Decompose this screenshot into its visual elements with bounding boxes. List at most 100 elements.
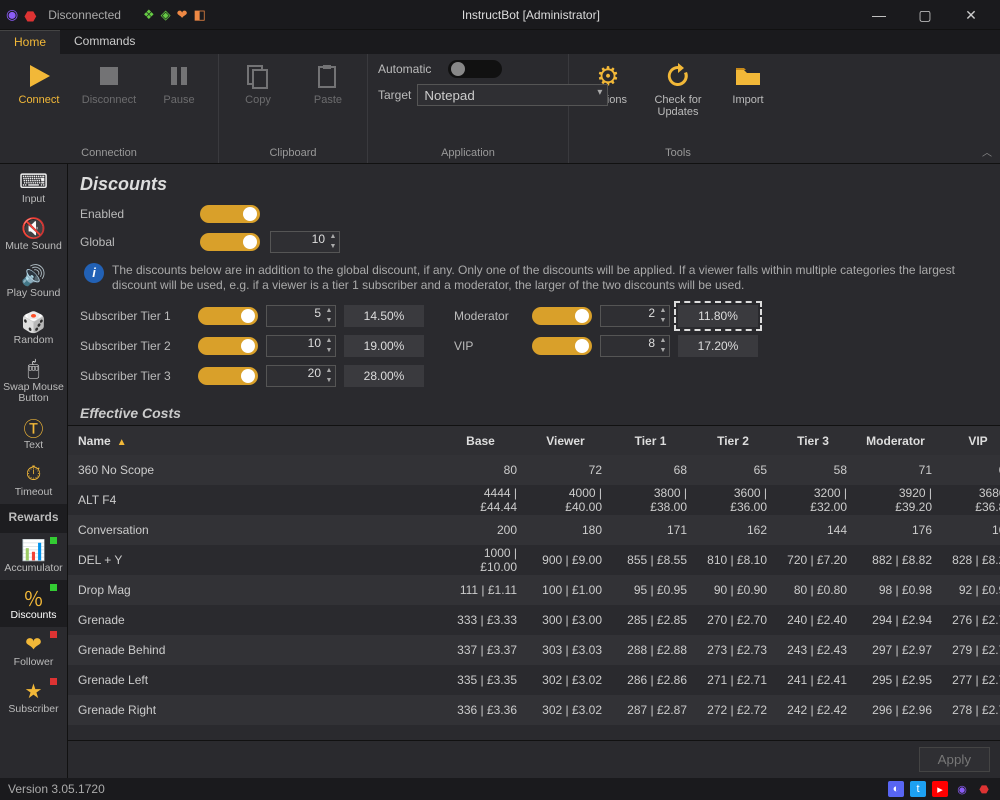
sidebar-item-play-sound[interactable]: 🔊Play Sound: [0, 258, 67, 305]
cell-viewer: 303 | £3.03: [523, 643, 608, 657]
mod-toggle[interactable]: [532, 307, 592, 325]
global-toggle[interactable]: [200, 233, 260, 251]
cell-name: Conversation: [68, 523, 438, 537]
cell-t3: 240 | £2.40: [773, 613, 853, 627]
tab-commands[interactable]: Commands: [60, 30, 149, 54]
cell-t1: 285 | £2.85: [608, 613, 693, 627]
cell-base: 1000 | £10.00: [438, 546, 523, 574]
target-label: Target: [378, 88, 411, 102]
heart-icon[interactable]: ❤: [177, 7, 188, 23]
twitter-icon[interactable]: t: [910, 781, 926, 797]
close-button[interactable]: ✕: [948, 0, 994, 30]
apply-button[interactable]: Apply: [919, 747, 990, 772]
col-vip[interactable]: VIP: [938, 434, 1000, 448]
import-button[interactable]: Import: [719, 60, 777, 106]
sidebar-item-subscriber[interactable]: ★Subscriber: [0, 674, 67, 721]
cell-name: Grenade Behind: [68, 643, 438, 657]
table-row[interactable]: Conversation200180171162144176166: [68, 515, 1000, 545]
sidebar-item-text[interactable]: ⓉText: [0, 410, 67, 457]
maximize-button[interactable]: ▢: [902, 0, 948, 30]
cell-t3: 144: [773, 523, 853, 537]
sidebar-item-mute-sound[interactable]: 🔇Mute Sound: [0, 211, 67, 258]
mod-value[interactable]: 2▲▼: [600, 305, 670, 327]
cell-t2: 273 | £2.73: [693, 643, 773, 657]
sidebar-item-follower[interactable]: ❤Follower: [0, 627, 67, 674]
sidebar-item-swap-mouse[interactable]: 🖱Swap Mouse Button: [0, 352, 67, 410]
cell-vip: 277 | £2.77: [938, 673, 1000, 687]
target-select[interactable]: [417, 84, 608, 106]
cell-t2: 65: [693, 463, 773, 477]
automatic-label: Automatic: [378, 62, 442, 76]
col-tier2[interactable]: Tier 2: [693, 434, 773, 448]
enabled-toggle[interactable]: [200, 205, 260, 223]
connect-button[interactable]: Connect: [10, 60, 68, 106]
folder-icon: [732, 60, 764, 92]
stopwatch-icon: ⏱: [19, 461, 49, 487]
mute-icon: 🔇: [19, 215, 49, 241]
col-mod[interactable]: Moderator: [853, 434, 938, 448]
sidebar-item-accumulator[interactable]: 📊Accumulator: [0, 533, 67, 580]
cell-name: ALT F4: [68, 493, 438, 507]
col-name[interactable]: Name▲: [68, 434, 438, 448]
chart-icon: 📊: [19, 537, 49, 563]
copy-button: Copy: [229, 60, 287, 106]
youtube-icon[interactable]: ▸: [932, 781, 948, 797]
tab-home[interactable]: Home: [0, 30, 60, 54]
col-viewer[interactable]: Viewer: [523, 434, 608, 448]
disconnect-button: Disconnect: [80, 60, 138, 106]
minimize-button[interactable]: —: [856, 0, 902, 30]
table-row[interactable]: Grenade Behind337 | £3.37303 | £3.03288 …: [68, 635, 1000, 665]
dice-icon: 🎲: [19, 309, 49, 335]
table-row[interactable]: Grenade333 | £3.33300 | £3.00285 | £2.85…: [68, 605, 1000, 635]
vip-toggle[interactable]: [532, 337, 592, 355]
sidebar-item-input[interactable]: ⌨Input: [0, 164, 67, 211]
tier2-toggle[interactable]: [198, 337, 258, 355]
table-row[interactable]: DEL + Y1000 | £10.00900 | £9.00855 | £8.…: [68, 545, 1000, 575]
group-clipboard-label: Clipboard: [229, 147, 357, 161]
cell-vip: 828 | £8.28: [938, 553, 1000, 567]
cell-viewer: 900 | £9.00: [523, 553, 608, 567]
twitch-link-icon[interactable]: ◉: [954, 781, 970, 797]
col-tier3[interactable]: Tier 3: [773, 434, 853, 448]
enabled-label: Enabled: [80, 207, 190, 221]
cell-base: 80: [438, 463, 523, 477]
cell-mod: 176: [853, 523, 938, 537]
table-row[interactable]: 360 No Scope80726865587166: [68, 455, 1000, 485]
tier2-label: Subscriber Tier 2: [80, 339, 190, 353]
sidebar-item-timeout[interactable]: ⏱Timeout: [0, 457, 67, 504]
obs-link-icon[interactable]: ⬣: [976, 781, 992, 797]
play-icon: [23, 60, 55, 92]
cell-t2: 810 | £8.10: [693, 553, 773, 567]
col-tier1[interactable]: Tier 1: [608, 434, 693, 448]
patch-icon[interactable]: ◧: [194, 7, 206, 23]
vip-value[interactable]: 8▲▼: [600, 335, 670, 357]
global-value[interactable]: 10▲▼: [270, 231, 340, 253]
tree-icon[interactable]: ❖: [143, 7, 155, 23]
table-row[interactable]: Drop Mag111 | £1.11100 | £1.0095 | £0.95…: [68, 575, 1000, 605]
sidebar-item-random[interactable]: 🎲Random: [0, 305, 67, 352]
discord-icon[interactable]: ◐: [888, 781, 904, 797]
tier3-toggle[interactable]: [198, 367, 258, 385]
tier1-value[interactable]: 5▲▼: [266, 305, 336, 327]
table-row[interactable]: ALT F44444 | £44.444000 | £40.003800 | £…: [68, 485, 1000, 515]
automatic-toggle[interactable]: [448, 60, 502, 78]
table-row[interactable]: Grenade Right336 | £3.36302 | £3.02287 |…: [68, 695, 1000, 725]
cell-t3: 243 | £2.43: [773, 643, 853, 657]
sidebar-item-discounts[interactable]: ％Discounts: [0, 580, 67, 627]
cell-vip: 92 | £0.92: [938, 583, 1000, 597]
table-row[interactable]: Grenade Left335 | £3.35302 | £3.02286 | …: [68, 665, 1000, 695]
tier3-value[interactable]: 20▲▼: [266, 365, 336, 387]
connection-status: Disconnected: [48, 8, 121, 22]
tier1-percent: 14.50%: [344, 305, 424, 327]
tier2-value[interactable]: 10▲▼: [266, 335, 336, 357]
cell-viewer: 302 | £3.02: [523, 703, 608, 717]
version-text: Version 3.05.1720: [8, 782, 105, 796]
tier1-toggle[interactable]: [198, 307, 258, 325]
col-base[interactable]: Base: [438, 434, 523, 448]
table-body[interactable]: 360 No Scope80726865587166ALT F44444 | £…: [68, 455, 1000, 740]
tag-icon[interactable]: ◈: [161, 7, 171, 23]
cell-vip: 166: [938, 523, 1000, 537]
status-bar: Version 3.05.1720 ◐ t ▸ ◉ ⬣: [0, 778, 1000, 800]
ribbon-collapse-icon[interactable]: ︿: [982, 144, 992, 159]
check-updates-button[interactable]: Check for Updates: [649, 60, 707, 118]
